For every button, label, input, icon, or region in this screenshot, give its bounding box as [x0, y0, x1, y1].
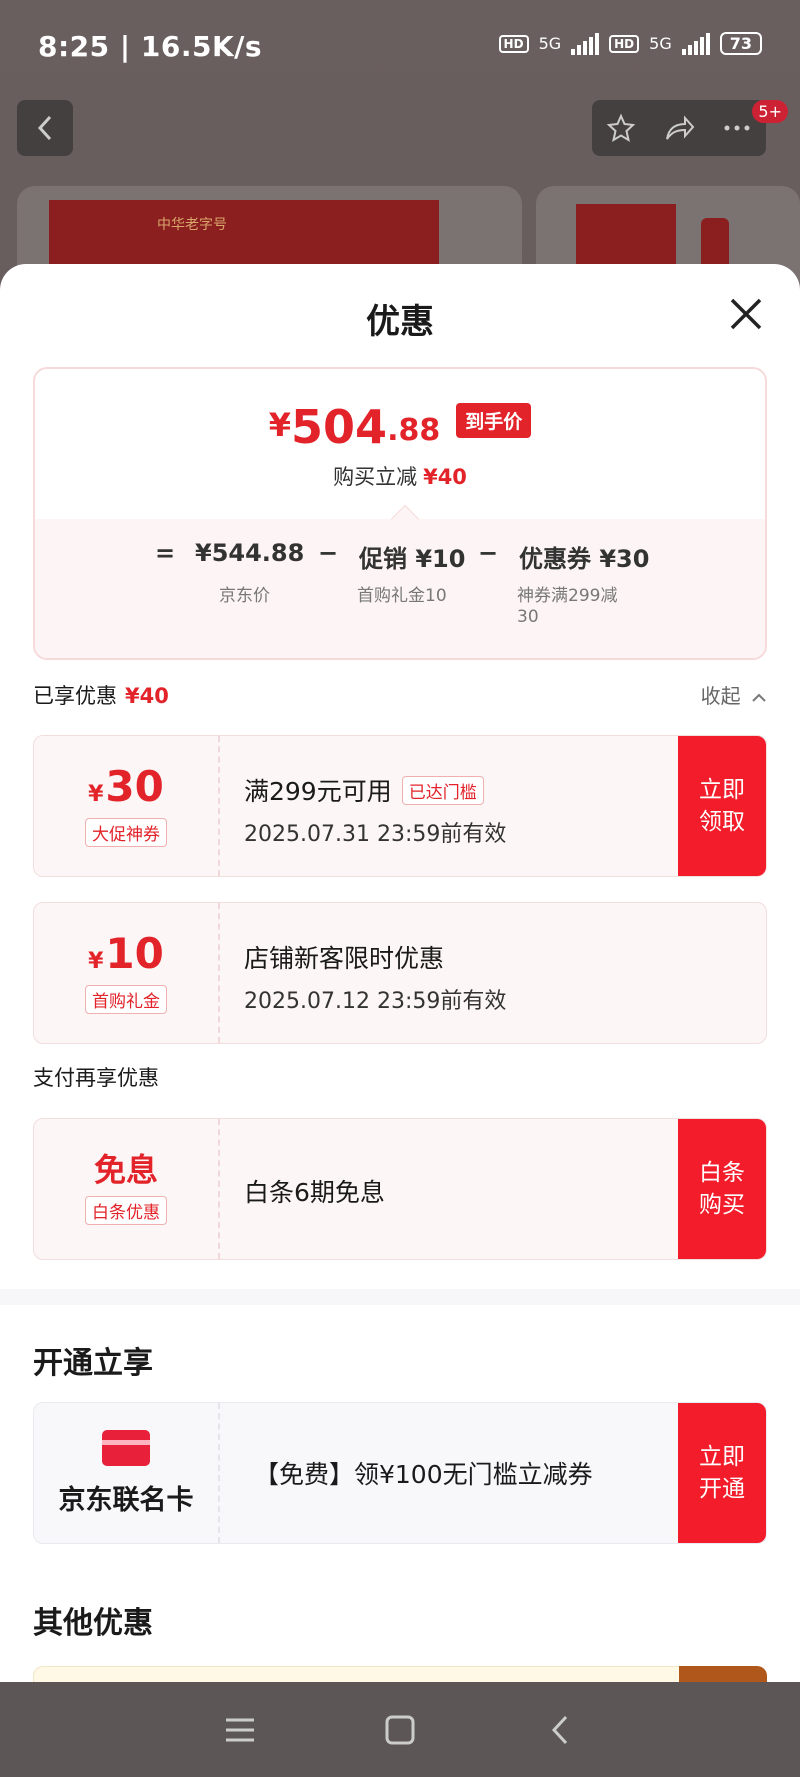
coupon-amount: 优惠券 ¥30 [519, 545, 650, 573]
credit-card-icon [102, 1429, 150, 1466]
collapse-label: 收起 [700, 684, 741, 708]
signal-icon [681, 32, 710, 55]
open-label-line1: 立即 [699, 1443, 745, 1470]
price-integer: 504 [291, 400, 388, 454]
home-square-icon [385, 1715, 415, 1744]
menu-button[interactable] [210, 1700, 270, 1760]
other-offer-action[interactable] [679, 1666, 767, 1682]
share-icon[interactable] [663, 113, 695, 143]
price-breakdown: = ¥544.88 − 促销 ¥10 − 优惠券 ¥30 京东价 首购礼金10 … [35, 519, 765, 658]
interest-free-label: 免息 [93, 1150, 158, 1189]
subtitle-prefix: 购买立减 [333, 465, 418, 489]
nav-back-button[interactable] [530, 1700, 590, 1760]
coupon-amount: ¥10 [88, 932, 164, 975]
open-card-button[interactable]: 立即 开通 [678, 1403, 766, 1543]
coupon-expiry: 2025.07.31 23:59前有效 [244, 822, 507, 847]
status-icons: HD 5G HD 5G 73 [498, 32, 762, 55]
final-price: ¥ 504 .88 到手价 [35, 403, 765, 450]
menu-icon [226, 1718, 254, 1741]
enjoyed-label: 已享优惠 [33, 684, 117, 708]
promo-amount: 促销 ¥10 [359, 545, 466, 573]
price-decimal: .88 [387, 413, 441, 448]
card-offer-text: 【免费】领¥100无门槛立减券 [254, 1460, 593, 1489]
threshold-reached-badge: 已达门槛 [401, 775, 484, 805]
coupon-amount: ¥30 [88, 765, 164, 808]
star-icon[interactable] [606, 113, 636, 143]
coupon-expiry: 2025.07.12 23:59前有效 [244, 989, 507, 1014]
base-price-label: 京东价 [219, 586, 270, 606]
baitiao-buy-button[interactable]: 白条 购买 [678, 1119, 766, 1259]
price-summary-card: ¥ 504 .88 到手价 购买立减 ¥40 = ¥544.88 − 促销 ¥10… [33, 367, 767, 660]
battery-icon: 73 [719, 32, 762, 55]
claim-label-line2: 领取 [699, 809, 745, 835]
co-branded-card-offer: 京东联名卡 【免费】领¥100无门槛立减券 立即 开通 [33, 1402, 767, 1544]
status-time: 8:25 | 16.5K/s [38, 30, 263, 63]
more-icon[interactable] [722, 123, 752, 133]
final-price-tag: 到手价 [456, 403, 532, 438]
back-button[interactable] [17, 100, 73, 156]
home-button[interactable] [370, 1700, 430, 1760]
buy-label-line1: 白条 [699, 1159, 745, 1186]
minus-sign: − [318, 539, 339, 567]
payment-offer-text: 白条6期免息 [244, 1178, 385, 1207]
payment-offer-card: 免息 白条优惠 白条6期免息 白条 购买 [33, 1118, 767, 1260]
signal-icon [571, 32, 600, 55]
card-name: 京东联名卡 [58, 1484, 194, 1516]
coupon-value: ¥10 首购礼金 [34, 903, 220, 1043]
coupon-card: ¥30 大促神券 满299元可用 已达门槛 2025.07.31 23:59前有效… [33, 735, 767, 877]
other-offers-heading: 其他优惠 [33, 1606, 153, 1641]
buy-label-line2: 购买 [699, 1192, 745, 1218]
coupon-value-number: 10 [105, 928, 164, 978]
section-divider [0, 1289, 800, 1305]
brand-text: 中华老字号 [157, 217, 227, 233]
coupon-label: 神券满299减 [517, 586, 618, 606]
minus-sign: − [478, 539, 499, 567]
sheet-title: 优惠 [366, 302, 434, 342]
status-bar: 8:25 | 16.5K/s HD 5G HD 5G 73 [0, 0, 800, 96]
notification-badge: 5+ [752, 100, 788, 123]
claim-coupon-button[interactable]: 立即 领取 [678, 736, 766, 876]
close-icon[interactable] [726, 294, 766, 334]
currency-symbol: ¥ [88, 948, 104, 974]
coupon-type-label: 大促神券 [85, 817, 167, 847]
network-5g-label: 5G [649, 34, 672, 53]
open-label-line2: 开通 [699, 1476, 745, 1502]
payment-offer-value: 免息 白条优惠 [34, 1119, 220, 1259]
coupon-value-number: 30 [105, 761, 164, 811]
back-arrow-icon [551, 1715, 568, 1744]
chevron-left-icon [37, 115, 52, 141]
enjoyed-amount: ¥40 [125, 684, 169, 708]
promo-label: 首购礼金10 [357, 586, 447, 606]
coupon-condition: 店铺新客限时优惠 [244, 944, 445, 973]
hd-icon: HD [609, 34, 640, 53]
network-5g-label: 5G [538, 34, 562, 53]
other-offer-card[interactable] [33, 1666, 767, 1682]
payment-heading: 支付再享优惠 [33, 1066, 159, 1090]
enjoyed-discounts-header: 已享优惠 ¥40 [33, 680, 169, 710]
chevron-up-icon [752, 693, 766, 702]
price-subtitle: 购买立减 ¥40 [35, 461, 765, 491]
payment-type-label: 白条优惠 [85, 1195, 167, 1225]
equals-sign: = [155, 539, 176, 567]
collapse-button[interactable]: 收起 [701, 680, 767, 709]
system-nav-bar [0, 1682, 800, 1777]
hd-icon: HD [498, 34, 529, 53]
co-branded-card: 京东联名卡 [34, 1403, 220, 1543]
open-section-heading: 开通立享 [33, 1346, 153, 1381]
coupon-label-cont: 30 [517, 607, 539, 627]
currency-symbol: ¥ [268, 406, 292, 444]
subtitle-amount: ¥40 [423, 465, 467, 489]
top-actions [592, 100, 766, 156]
base-price: ¥544.88 [195, 539, 305, 567]
coupon-condition: 满299元可用 [244, 777, 392, 806]
coupon-details: 店铺新客限时优惠 2025.07.12 23:59前有效 [244, 939, 506, 1015]
coupon-type-label: 首购礼金 [85, 984, 167, 1014]
coupon-card: ¥10 首购礼金 店铺新客限时优惠 2025.07.12 23:59前有效 [33, 902, 767, 1044]
discount-sheet: 优惠 ¥ 504 .88 到手价 购买立减 ¥40 = ¥544.88 − 促销 … [0, 264, 800, 1682]
coupon-details: 满299元可用 已达门槛 2025.07.31 23:59前有效 [244, 772, 506, 848]
payment-offer-details: 白条6期免息 [244, 1173, 385, 1209]
coupon-value: ¥30 大促神券 [34, 736, 220, 876]
claim-label-line1: 立即 [699, 776, 745, 803]
currency-symbol: ¥ [88, 781, 104, 807]
